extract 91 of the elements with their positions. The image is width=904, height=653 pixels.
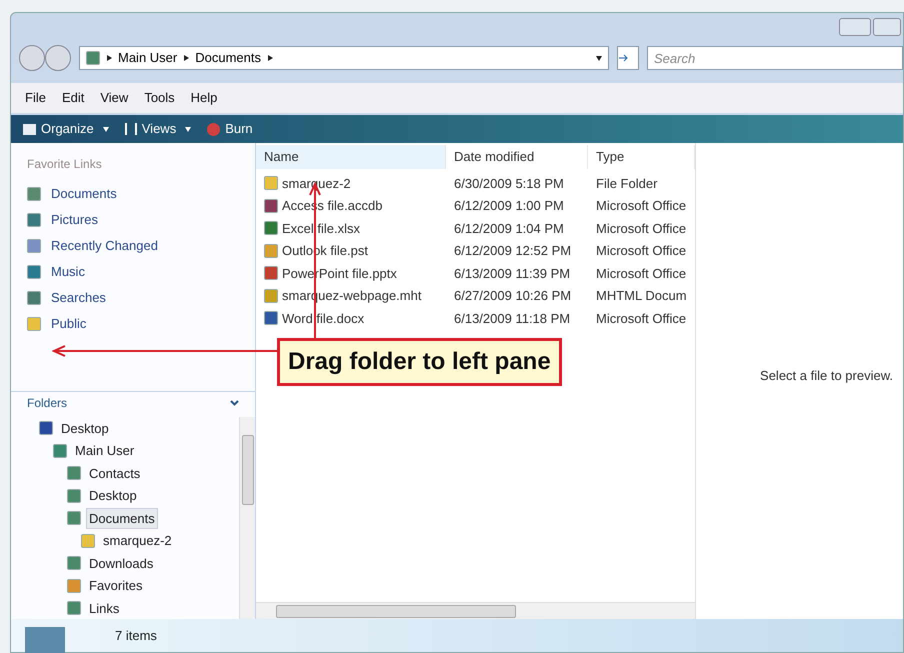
table-cell-text: 6/30/2009 5:18 PM (453, 174, 565, 192)
refresh-icon (618, 53, 630, 63)
chevron-icon (183, 55, 190, 61)
file-icon (264, 244, 278, 258)
folder-icon (264, 176, 278, 190)
library-icon (67, 511, 81, 526)
table-cell-text: Microsoft Office (595, 220, 688, 238)
item-count: 7 items (115, 626, 157, 645)
library-icon (67, 466, 81, 480)
tree-item[interactable]: Documents (86, 508, 158, 529)
file-icon (264, 266, 278, 280)
table-cell-text: Microsoft Office (595, 310, 688, 328)
favorite-link[interactable]: Pictures (51, 210, 98, 230)
column-header[interactable]: Type (588, 145, 695, 169)
table-cell-text: 6/13/2009 11:18 PM (453, 310, 572, 328)
favorite-link[interactable]: Music (51, 262, 85, 282)
file-name[interactable]: Word file.docx (282, 308, 364, 328)
menu-item[interactable]: Tools (144, 88, 175, 108)
toolbar-button[interactable]: Burn (207, 119, 253, 139)
columns-icon (124, 123, 137, 135)
folder-icon (81, 534, 95, 548)
tree-item[interactable]: Desktop (58, 418, 112, 439)
library-icon (53, 444, 67, 458)
library-icon (67, 578, 81, 593)
minimize-button[interactable] (839, 18, 871, 36)
dropdown-icon (185, 126, 192, 132)
tree-item[interactable]: Contacts (86, 462, 144, 484)
table-cell-text: 6/27/2009 10:26 PM (453, 287, 572, 305)
table-cell-text: File Folder (595, 174, 658, 192)
table-cell-text: 6/13/2009 11:39 PM (453, 264, 572, 282)
file-icon (264, 311, 278, 326)
toolbar-button[interactable]: Organize (23, 119, 109, 139)
table-cell-text: 6/12/2009 1:00 PM (453, 197, 565, 215)
chevron-icon (267, 55, 273, 61)
table-cell-text: MHTML Docum (595, 287, 688, 305)
library-icon (39, 421, 53, 436)
menu-item[interactable]: Edit (62, 88, 84, 108)
table-cell-text: Microsoft Office (595, 197, 688, 215)
library-icon (27, 212, 41, 226)
back-button[interactable] (19, 45, 45, 71)
file-name[interactable]: smarquez-2 (282, 174, 351, 193)
chevron-icon (106, 55, 112, 61)
table-cell-text: 6/12/2009 1:04 PM (453, 220, 565, 238)
menu-item[interactable]: File (25, 88, 46, 108)
address-bar[interactable]: Main User Documents (79, 46, 609, 70)
favorite-link[interactable]: Recently Changed (51, 236, 158, 256)
breadcrumb[interactable]: Documents (195, 48, 261, 68)
table-cell-text: Microsoft Office (595, 242, 688, 260)
section-title: Favorite Links (27, 156, 103, 173)
section-title: Folders (27, 394, 68, 412)
folder-icon (23, 124, 36, 134)
menu-item[interactable]: View (100, 88, 128, 108)
search-field[interactable]: Search (647, 46, 903, 70)
file-icon (264, 198, 278, 213)
tree-item[interactable]: Desktop (86, 485, 140, 506)
menu-item[interactable]: Help (190, 88, 218, 108)
maximize-button[interactable] (873, 18, 901, 36)
preview-message: Select a file to preview. (760, 367, 893, 386)
table-cell-text: 6/12/2009 12:52 PM (453, 242, 572, 260)
breadcrumb[interactable]: Main User (118, 48, 178, 68)
column-header[interactable]: Name (256, 145, 446, 169)
collapse-icon (230, 400, 239, 406)
favorite-link[interactable]: Searches (51, 288, 106, 308)
library-icon (67, 601, 81, 616)
library-icon (67, 556, 81, 570)
library-icon (25, 626, 65, 653)
file-icon (264, 288, 278, 303)
table-cell-text: Microsoft Office (595, 264, 688, 282)
library-icon (67, 488, 81, 503)
toolbar-button[interactable]: Views (124, 119, 192, 139)
tree-item[interactable]: Links (86, 598, 122, 619)
forward-button[interactable] (45, 45, 71, 71)
favorite-link[interactable]: Public (51, 314, 86, 334)
library-icon (27, 186, 41, 200)
tree-item[interactable]: smarquez-2 (100, 530, 175, 552)
folder-icon (27, 316, 41, 330)
file-icon (264, 221, 278, 236)
tree-item[interactable]: Favorites (86, 575, 146, 596)
file-name[interactable]: Excel file.xlsx (282, 218, 360, 238)
refresh-button[interactable] (617, 46, 639, 70)
dropdown-icon (596, 55, 602, 61)
favorite-link[interactable]: Documents (51, 184, 117, 204)
tree-item[interactable]: Downloads (86, 552, 156, 574)
dropdown-icon (102, 126, 109, 132)
column-header[interactable]: Date modified (446, 145, 588, 169)
tree-item[interactable]: Main User (72, 440, 138, 462)
library-icon (27, 264, 41, 278)
library-icon (27, 238, 41, 252)
callout-label: Drag folder to left pane (277, 338, 562, 386)
library-icon (27, 290, 41, 304)
library-icon (86, 51, 100, 65)
